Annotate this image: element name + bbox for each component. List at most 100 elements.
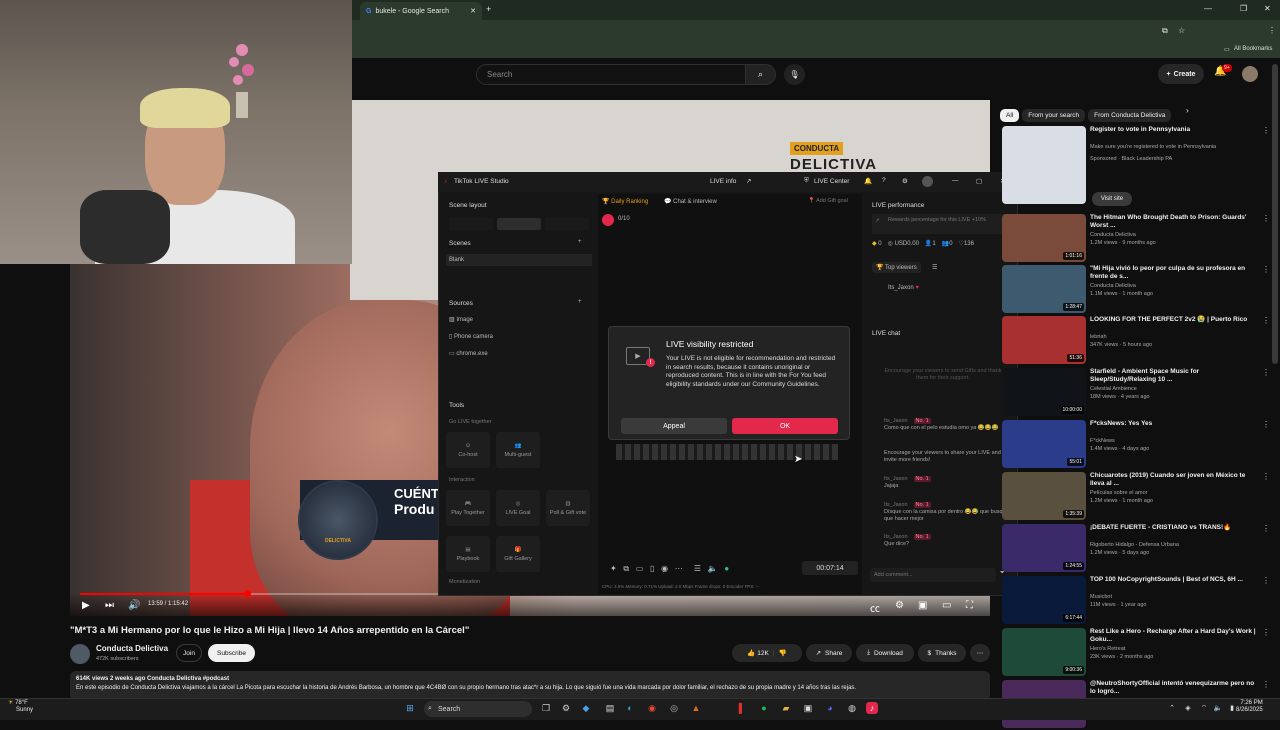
source-item-chrome[interactable]: ▭ chrome.exe bbox=[449, 350, 488, 357]
more-options-icon[interactable]: ⋮ bbox=[1262, 524, 1270, 533]
all-bookmarks[interactable]: All Bookmarks bbox=[1234, 46, 1272, 52]
layout-option-portrait[interactable] bbox=[449, 218, 493, 230]
task-view-icon[interactable]: ❐ bbox=[540, 702, 552, 714]
chip-from-search[interactable]: From your search bbox=[1022, 109, 1086, 122]
app-a-icon[interactable]: ▲ bbox=[690, 702, 702, 714]
live-goal-tool[interactable]: ◎ LIVE Goal bbox=[496, 490, 540, 526]
layout-option-split[interactable] bbox=[545, 218, 589, 230]
recommended-video[interactable]: 6:17:44 TOP 100 NoCopyrightSounds | Best … bbox=[1002, 576, 1270, 626]
store-icon[interactable]: ▤ bbox=[604, 702, 616, 714]
tray-icon[interactable]: ◈ bbox=[1182, 702, 1194, 714]
tray-chevron-icon[interactable]: ⌃ bbox=[1166, 702, 1178, 714]
scene-item-blank[interactable]: Blank bbox=[446, 254, 592, 266]
video-thumbnail[interactable]: 1:28:47 bbox=[1002, 265, 1086, 313]
appeal-button[interactable]: Appeal bbox=[621, 418, 727, 434]
more-options-icon[interactable]: ⋮ bbox=[1262, 316, 1270, 325]
description-box[interactable]: 614K views 2 weeks ago Conducta Delictiv… bbox=[70, 671, 990, 701]
video-title[interactable]: ¡DEBATE FUERTE - CRISTIANO vs TRANS!🔥 bbox=[1090, 524, 1260, 532]
minimize-icon[interactable]: — bbox=[1204, 4, 1212, 13]
layout-option-landscape[interactable] bbox=[497, 218, 541, 230]
add-source-icon[interactable]: + bbox=[578, 299, 582, 305]
more-options-icon[interactable]: ⋮ bbox=[1262, 628, 1270, 637]
layers-icon[interactable]: ⧉ bbox=[623, 564, 629, 573]
poll-tool[interactable]: ▥ Poll & Gift vote bbox=[546, 490, 590, 526]
browser-tab[interactable]: G bukele - Google Search ✕ bbox=[360, 2, 482, 20]
live-info-button[interactable]: LIVE info bbox=[710, 178, 736, 185]
top-viewer-row[interactable]: Its_Jaxon ♥ bbox=[888, 285, 919, 291]
video-thumbnail[interactable]: 9:00:36 bbox=[1002, 628, 1086, 676]
windows-start-icon[interactable]: ⊞ bbox=[404, 702, 416, 714]
settings-icon[interactable]: ⚙ bbox=[902, 177, 908, 185]
chip-from-channel[interactable]: From Conducta Delictiva bbox=[1088, 109, 1172, 122]
progress-scrubber[interactable] bbox=[243, 590, 251, 597]
new-tab-icon[interactable]: + bbox=[486, 4, 491, 14]
maximize-icon[interactable]: ❐ bbox=[1240, 4, 1247, 13]
video-thumbnail[interactable]: 55:01 bbox=[1002, 420, 1086, 468]
obs-icon[interactable]: ◍ bbox=[846, 702, 858, 714]
share-button[interactable]: ↗ Share bbox=[806, 644, 852, 662]
channel-avatar[interactable] bbox=[70, 644, 90, 664]
video-title[interactable]: The Hitman Who Brought Death to Prison: … bbox=[1090, 214, 1260, 230]
fullscreen-icon[interactable]: ⛶ bbox=[966, 600, 973, 611]
video-title[interactable]: Rest Like a Hero - Recharge After a Hard… bbox=[1090, 628, 1260, 644]
more-options-icon[interactable]: ⋮ bbox=[1262, 680, 1270, 689]
thumbs-down-icon[interactable]: 👎 bbox=[779, 649, 787, 657]
captions-icon[interactable]: ㏄ bbox=[870, 600, 880, 615]
recommended-video[interactable]: 10:00:00 Starfield - Ambient Space Music … bbox=[1002, 368, 1270, 418]
search-button[interactable]: ⌕ bbox=[746, 64, 776, 85]
chat-message[interactable]: Its_Jaxon No. 1 Como que con el pelo estud… bbox=[872, 418, 1012, 432]
screen-icon[interactable]: ▭ bbox=[636, 564, 644, 573]
subscribe-button[interactable]: Subscribe bbox=[208, 644, 255, 662]
page-scrollbar[interactable] bbox=[1272, 64, 1278, 364]
video-title[interactable]: Chicuarotes (2019) Cuando ser joven en M… bbox=[1090, 472, 1260, 488]
thanks-button[interactable]: $ Thanks bbox=[918, 644, 966, 662]
video-title[interactable]: TOP 100 NoCopyrightSounds | Best of NCS,… bbox=[1090, 576, 1260, 584]
volume-icon[interactable]: 🔊 bbox=[128, 600, 140, 611]
record-icon[interactable]: ◉ bbox=[661, 564, 668, 573]
video-title[interactable]: @NeutroShortyOfficial intentó venequizar… bbox=[1090, 680, 1260, 696]
weather-widget[interactable]: ☀ 78°F Sunny bbox=[8, 700, 33, 714]
settings-gear-icon[interactable]: ⚙ bbox=[895, 600, 904, 611]
chat-message[interactable]: Its_Jaxon No. 1 Jajaja bbox=[872, 476, 1012, 490]
video-thumbnail[interactable] bbox=[1002, 126, 1086, 204]
chrome-menu-icon[interactable]: ⋮ bbox=[1268, 26, 1276, 35]
source-item-phone-camera[interactable]: ▯ Phone camera bbox=[449, 333, 493, 340]
video-thumbnail[interactable]: 10:00:00 bbox=[1002, 368, 1086, 416]
like-button[interactable]: 👍 12K bbox=[747, 649, 768, 657]
file-explorer-icon[interactable]: ▰ bbox=[780, 702, 792, 714]
tiktok-taskbar-icon[interactable]: ♪ bbox=[866, 702, 878, 714]
visit-site-button[interactable]: Visit site bbox=[1092, 192, 1132, 206]
discord-icon[interactable]: ◕ bbox=[824, 702, 836, 714]
wifi-icon[interactable]: ⌔ bbox=[1198, 702, 1210, 714]
recommended-video[interactable]: 1:01:16 The Hitman Who Brought Death to P… bbox=[1002, 214, 1270, 264]
live-center-button[interactable]: LIVE Center bbox=[814, 178, 849, 185]
create-button[interactable]: + Create bbox=[1158, 64, 1204, 84]
cast-icon[interactable]: ⧉ bbox=[1162, 26, 1168, 36]
video-title[interactable]: F*cksNews: Yes Yes bbox=[1090, 420, 1260, 428]
more-options-icon[interactable]: ⋮ bbox=[1262, 126, 1270, 135]
steam-icon[interactable]: ◎ bbox=[668, 702, 680, 714]
app-icon[interactable]: ◆ bbox=[580, 702, 592, 714]
video-title[interactable]: Starfield - Ambient Space Music for Slee… bbox=[1090, 368, 1260, 384]
sponsored-ad[interactable]: Register to vote in Pennsylvania Make sur… bbox=[1002, 126, 1270, 206]
ok-button[interactable]: OK bbox=[732, 418, 838, 434]
more-options-icon[interactable]: ⋮ bbox=[1262, 368, 1270, 377]
top-viewers-tab[interactable]: 🏆 Top viewers bbox=[872, 262, 921, 273]
speaker-icon[interactable]: 🔈 bbox=[708, 564, 718, 573]
video-thumbnail[interactable]: 1:35:39 bbox=[1002, 472, 1086, 520]
share-icon[interactable]: ↗ bbox=[746, 177, 751, 185]
recommended-video[interactable]: 55:01 F*cksNews: Yes Yes F*ckNews 1.4M view… bbox=[1002, 420, 1270, 470]
app-icon-2[interactable]: ▣ bbox=[802, 702, 814, 714]
cohost-tool[interactable]: ⊙ Co-host bbox=[446, 432, 490, 468]
mic-live-icon[interactable]: ● bbox=[724, 564, 729, 573]
close-tab-icon[interactable]: ✕ bbox=[470, 7, 476, 15]
chevron-right-icon[interactable]: › bbox=[1186, 106, 1189, 115]
mixer-icon[interactable]: ☰ bbox=[694, 564, 701, 573]
profile-avatar[interactable] bbox=[922, 176, 933, 187]
app-red-icon[interactable]: ▌ bbox=[736, 702, 748, 714]
list-icon[interactable]: ☰ bbox=[932, 264, 937, 271]
video-title[interactable]: Register to vote in Pennsylvania bbox=[1090, 126, 1260, 134]
theater-mode-icon[interactable]: ▭ bbox=[942, 600, 951, 611]
more-icon[interactable]: ⋯ bbox=[675, 564, 683, 573]
video-thumbnail[interactable]: 51:36 bbox=[1002, 316, 1086, 364]
